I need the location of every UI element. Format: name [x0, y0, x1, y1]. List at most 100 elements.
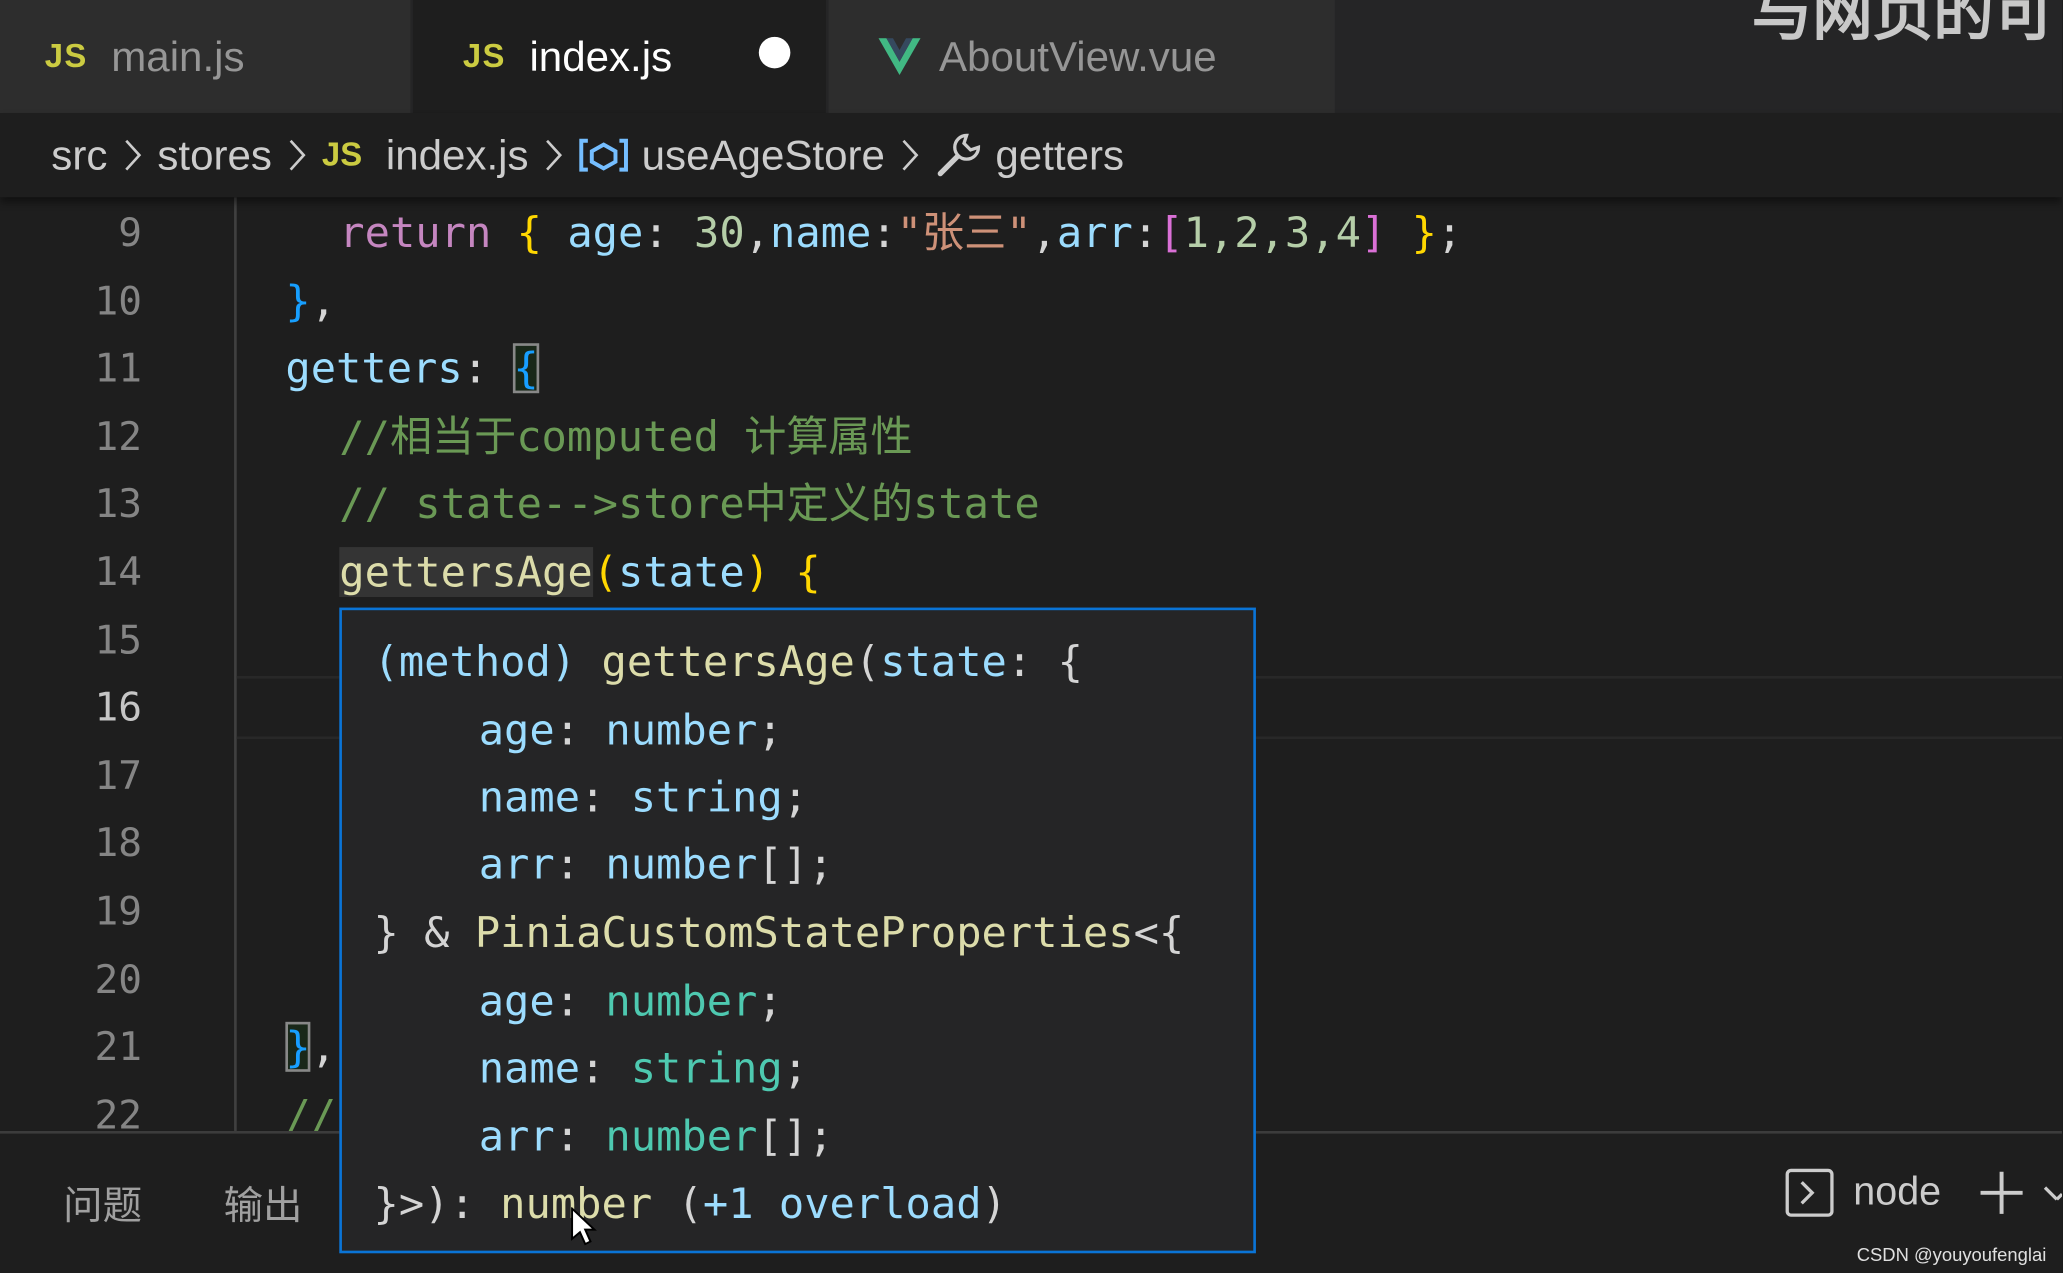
semicolon: ;: [782, 771, 809, 822]
semicolon: ;: [782, 1042, 809, 1093]
property: getters: [285, 343, 463, 394]
breadcrumb-file[interactable]: JS index.js: [322, 131, 529, 180]
hover-line-5: } & PiniaCustomStateProperties<{: [373, 900, 1184, 967]
terminal-controls: node: [1785, 1168, 2063, 1218]
line-number: 17: [94, 753, 143, 800]
property: age: [567, 207, 644, 258]
paren: (: [592, 547, 618, 598]
parameter: state: [880, 636, 1007, 687]
comma: ,: [310, 276, 337, 327]
hover-line-7: name: string;: [479, 1035, 808, 1102]
comma: ,: [744, 207, 771, 258]
property: age: [478, 975, 555, 1026]
vue-file-icon: [878, 38, 921, 75]
colon: :: [643, 207, 669, 258]
unsaved-dot-icon[interactable]: [758, 36, 791, 69]
comma: ,: [1031, 207, 1057, 258]
mouse-cursor-icon: [571, 1206, 597, 1252]
vscode-window: JS main.js JS index.js AboutView.vue 与网页…: [0, 0, 2063, 1273]
property: name: [770, 207, 872, 258]
line-number: 19: [94, 889, 143, 936]
tab-aboutview-vue[interactable]: AboutView.vue: [828, 0, 1335, 114]
type: string: [630, 1042, 783, 1093]
ampersand: &: [424, 907, 450, 958]
number: 30: [694, 207, 745, 258]
colon: :: [554, 1111, 581, 1162]
type: number: [605, 975, 758, 1026]
line-number-gutter: 9 10 11 12 13 14 15 16 17 18 19 20 21 22: [0, 197, 234, 1131]
code-line-9: return { age: 30,name:"张三",arr:[1,2,3,4]…: [339, 200, 1462, 267]
generic-open: <{: [1133, 907, 1185, 958]
overload-count: +1 overload: [702, 1178, 982, 1229]
indent-guide: [234, 197, 237, 1131]
colon: :: [554, 704, 581, 755]
breadcrumb-src[interactable]: src: [51, 131, 107, 180]
type: number: [605, 1111, 758, 1162]
chevron-right-icon: [544, 138, 562, 172]
colon: :: [462, 343, 489, 394]
code-line-14: gettersAge(state) {: [339, 539, 821, 606]
editor-tab-bar: JS main.js JS index.js AboutView.vue 与网页…: [0, 0, 2063, 114]
paren: ): [744, 547, 771, 598]
type-name: PiniaCustomStateProperties: [474, 907, 1134, 958]
line-number: 14: [94, 549, 143, 596]
function-name[interactable]: gettersAge: [339, 547, 593, 598]
chevron-right-icon: [123, 138, 141, 172]
number-list: 1,2,3,4: [1183, 207, 1361, 258]
hover-line-8: arr: number[];: [479, 1103, 834, 1170]
terminal-icon[interactable]: [1785, 1168, 1835, 1218]
closing-tokens: }>):: [373, 1178, 475, 1229]
chevron-down-icon[interactable]: [2043, 1180, 2063, 1206]
js-file-icon: JS: [321, 136, 363, 173]
colon: :: [871, 207, 897, 258]
panel-tab-problems[interactable]: 问题: [63, 1173, 142, 1231]
string: "张三": [896, 207, 1032, 258]
hover-line-9: }>): number (+1 overload): [373, 1170, 1006, 1237]
code-line-10: },: [285, 268, 336, 335]
terminal-name[interactable]: node: [1853, 1170, 1941, 1215]
panel-tab-output[interactable]: 输出: [224, 1173, 303, 1231]
brace: {: [795, 547, 821, 598]
breadcrumb-symbol[interactable]: useAgeStore: [579, 131, 885, 180]
breadcrumb-member[interactable]: getters: [935, 131, 1124, 180]
breadcrumb-stores[interactable]: stores: [157, 131, 272, 180]
colon: :: [554, 975, 581, 1026]
tab-main-js[interactable]: JS main.js: [0, 0, 411, 114]
chevron-right-icon: [288, 138, 306, 172]
brace: }: [285, 276, 311, 327]
paren: (: [854, 636, 881, 687]
hover-tooltip: (method) gettersAge(state: { age: number…: [339, 607, 1256, 1254]
line-number-current: 16: [94, 685, 143, 732]
plus-icon[interactable]: [1978, 1169, 2025, 1216]
matched-bracket: }: [285, 1021, 311, 1072]
colon: :: [1006, 636, 1033, 687]
hover-line-2: age: number;: [479, 697, 783, 764]
property: name: [478, 1042, 581, 1093]
breadcrumb-member-label: getters: [995, 130, 1125, 179]
line-number: 18: [94, 820, 143, 867]
code-line-13: // state-->store中定义的state: [339, 478, 1040, 529]
line-number: 10: [94, 278, 143, 325]
code-line-22: //: [285, 1090, 337, 1131]
chevron-right-icon: [901, 138, 919, 172]
hover-line-1: (method) gettersAge(state: {: [373, 629, 1082, 696]
function-name: gettersAge: [601, 636, 855, 687]
property: name: [478, 771, 581, 822]
code-line-12: //相当于computed 计算属性: [339, 411, 913, 462]
method-label: (method): [373, 636, 577, 687]
comma: ,: [310, 1021, 337, 1072]
colon: :: [580, 1042, 606, 1093]
array-brackets: []: [757, 1111, 809, 1162]
breadcrumb: src stores JS index.js useAgeStore gette…: [0, 113, 2063, 198]
line-number: 13: [94, 481, 143, 528]
paren: (: [677, 1178, 703, 1229]
paren: ): [981, 1178, 1007, 1229]
line-number: 22: [94, 1092, 143, 1131]
brace: }: [1411, 207, 1437, 258]
tab-index-js[interactable]: JS index.js: [412, 0, 826, 114]
hover-line-3: name: string;: [479, 764, 808, 831]
line-number: 12: [94, 414, 143, 461]
tab-label: AboutView.vue: [938, 32, 1217, 80]
tab-label: index.js: [529, 32, 673, 80]
line-number: 9: [118, 210, 143, 257]
